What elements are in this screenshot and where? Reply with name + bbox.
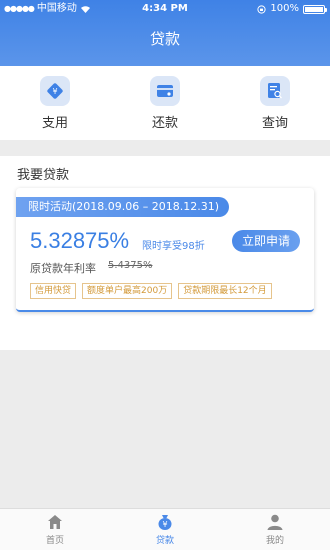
quick-actions: ¥ 支用 还款 查询	[0, 66, 330, 140]
feature-tag: 贷款期限最长12个月	[178, 283, 272, 299]
original-rate-value: 5.4375%	[108, 260, 153, 271]
quick-action-repay[interactable]: 还款	[125, 75, 205, 131]
quick-action-label: 还款	[151, 115, 178, 131]
battery-percent: 100%	[270, 3, 299, 14]
svg-text:¥: ¥	[52, 87, 57, 96]
tab-home[interactable]: 首页	[15, 513, 95, 546]
quick-action-withdraw[interactable]: ¥ 支用	[15, 75, 95, 131]
home-icon	[48, 515, 62, 529]
page-title: 贷款	[149, 30, 180, 48]
user-icon	[267, 514, 283, 530]
feature-tag: 信用快贷	[30, 283, 77, 299]
battery-icon	[303, 4, 327, 14]
tab-loan[interactable]: ¥ 贷款	[125, 513, 205, 546]
card-icon	[150, 75, 180, 106]
original-rate-label: 原贷款年利率	[30, 262, 96, 275]
money-bag-icon: ¥	[158, 515, 172, 530]
discount-label: 限时享受98折	[142, 241, 205, 252]
quick-action-label: 查询	[261, 115, 288, 131]
promo-tag: 限时活动(2018.09.06 – 2018.12.31)	[16, 197, 230, 217]
orientation-lock-icon	[257, 4, 267, 14]
withdraw-icon: ¥	[40, 75, 70, 106]
tab-bar: 首页 ¥ 贷款 我的	[0, 508, 330, 550]
tab-label: 我的	[265, 536, 284, 546]
section-title: 我要贷款	[17, 168, 70, 183]
header: ●●●●● 中国移动 4:34 PM 100% 贷款	[0, 0, 330, 66]
interest-rate: 5.32875%	[30, 228, 130, 253]
tab-label: 贷款	[155, 536, 174, 546]
quick-action-query[interactable]: 查询	[235, 75, 315, 131]
feature-tag: 额度单户最高200万	[82, 283, 173, 299]
feature-tags: 信用快贷 额度单户最高200万 贷款期限最长12个月	[30, 283, 272, 299]
svg-text:¥: ¥	[162, 520, 167, 529]
loan-section: 我要贷款 限时活动(2018.09.06 – 2018.12.31) 5.328…	[0, 156, 330, 350]
apply-now-button[interactable]: 立即申请	[232, 230, 300, 252]
search-doc-icon	[260, 75, 290, 106]
loan-product-card[interactable]: 限时活动(2018.09.06 – 2018.12.31) 5.32875% 限…	[16, 188, 314, 312]
quick-action-label: 支用	[41, 115, 68, 131]
status-bar: ●●●●● 中国移动 4:34 PM 100%	[0, 0, 330, 18]
tab-mine[interactable]: 我的	[235, 513, 315, 546]
tab-label: 首页	[45, 536, 64, 546]
